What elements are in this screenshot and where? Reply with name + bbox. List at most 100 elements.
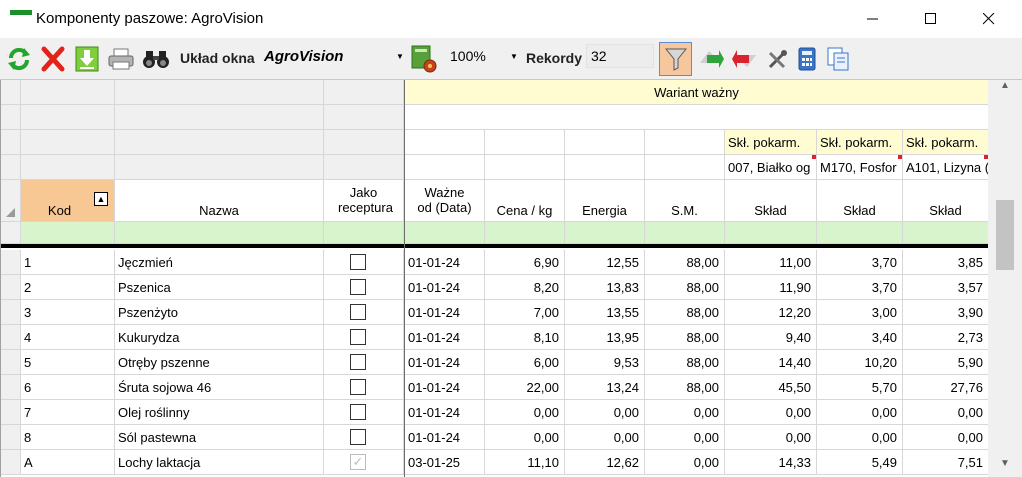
table-cell-cena[interactable]: 0,00 <box>485 400 565 425</box>
column-header-receptura[interactable]: Jako receptura <box>324 180 404 222</box>
table-cell-s1[interactable]: 9,40 <box>725 325 817 350</box>
refresh-button[interactable] <box>4 44 34 74</box>
table-cell-receptura[interactable] <box>324 350 404 375</box>
table-cell-s3[interactable]: 0,00 <box>903 400 989 425</box>
table-cell-data[interactable]: 01-01-24 <box>405 325 485 350</box>
table-cell-nazwa[interactable]: Olej roślinny <box>115 400 324 425</box>
receptura-checkbox[interactable] <box>350 354 366 370</box>
row-header[interactable] <box>1 400 21 425</box>
table-cell-energia[interactable]: 13,24 <box>565 375 645 400</box>
table-cell-sm[interactable]: 88,00 <box>645 350 725 375</box>
receptura-checkbox[interactable] <box>350 304 366 320</box>
row-header[interactable] <box>1 250 21 275</box>
table-cell-s1[interactable]: 14,33 <box>725 450 817 475</box>
print-button[interactable] <box>106 44 136 74</box>
filter-cell[interactable] <box>725 222 817 244</box>
table-cell-nazwa[interactable]: Lochy laktacja <box>115 450 324 475</box>
scrollbar-thumb[interactable] <box>996 200 1014 270</box>
table-cell-cena[interactable]: 0,00 <box>485 425 565 450</box>
calculator-button[interactable] <box>794 44 820 74</box>
table-cell-sm[interactable]: 88,00 <box>645 250 725 275</box>
table-cell-s2[interactable]: 10,20 <box>817 350 903 375</box>
filter-cell[interactable] <box>565 222 645 244</box>
copy-button[interactable] <box>824 44 852 74</box>
scroll-down-icon[interactable]: ▼ <box>988 458 1022 476</box>
table-cell-receptura[interactable]: ✓ <box>324 450 404 475</box>
table-cell-energia[interactable]: 13,95 <box>565 325 645 350</box>
table-cell-kod[interactable]: 4 <box>21 325 115 350</box>
table-cell-s2[interactable]: 0,00 <box>817 425 903 450</box>
table-cell-energia[interactable]: 12,62 <box>565 450 645 475</box>
table-cell-nazwa[interactable]: Kukurydza <box>115 325 324 350</box>
table-cell-sm[interactable]: 0,00 <box>645 450 725 475</box>
column-header-sm[interactable]: S.M. <box>645 180 725 222</box>
table-cell-kod[interactable]: A <box>21 450 115 475</box>
table-cell-kod[interactable]: 5 <box>21 350 115 375</box>
table-cell-receptura[interactable] <box>324 375 404 400</box>
receptura-checkbox[interactable] <box>350 329 366 345</box>
table-cell-s2[interactable]: 3,40 <box>817 325 903 350</box>
table-cell-s3[interactable]: 3,85 <box>903 250 989 275</box>
row-header[interactable] <box>1 375 21 400</box>
table-cell-nazwa[interactable]: Sól pastewna <box>115 425 324 450</box>
filter-button[interactable] <box>659 42 692 76</box>
table-cell-data[interactable]: 01-01-24 <box>405 350 485 375</box>
table-cell-cena[interactable]: 11,10 <box>485 450 565 475</box>
table-cell-s1[interactable]: 11,00 <box>725 250 817 275</box>
table-cell-kod[interactable]: 8 <box>21 425 115 450</box>
receptura-checkbox[interactable] <box>350 429 366 445</box>
maximize-button[interactable] <box>908 0 954 38</box>
table-cell-receptura[interactable] <box>324 425 404 450</box>
nav-back-button[interactable] <box>730 44 760 74</box>
column-header-kod[interactable]: Kod ▲ <box>21 180 115 222</box>
filter-cell[interactable] <box>903 222 989 244</box>
table-cell-s1[interactable]: 11,90 <box>725 275 817 300</box>
row-header[interactable] <box>1 450 21 475</box>
table-cell-data[interactable]: 01-01-24 <box>405 275 485 300</box>
scroll-up-icon[interactable]: ▲ <box>988 80 1022 98</box>
table-cell-energia[interactable]: 13,83 <box>565 275 645 300</box>
table-cell-energia[interactable]: 0,00 <box>565 400 645 425</box>
table-cell-s3[interactable]: 3,57 <box>903 275 989 300</box>
filter-cell[interactable] <box>21 222 115 244</box>
table-cell-s2[interactable]: 5,49 <box>817 450 903 475</box>
layout-settings-button[interactable] <box>408 44 440 74</box>
receptura-checkbox[interactable] <box>350 279 366 295</box>
table-cell-cena[interactable]: 8,20 <box>485 275 565 300</box>
table-cell-receptura[interactable] <box>324 275 404 300</box>
table-cell-kod[interactable]: 1 <box>21 250 115 275</box>
row-header[interactable] <box>1 300 21 325</box>
receptura-checkbox[interactable] <box>350 379 366 395</box>
table-cell-data[interactable]: 01-01-24 <box>405 400 485 425</box>
table-cell-data[interactable]: 03-01-25 <box>405 450 485 475</box>
table-cell-s3[interactable]: 2,73 <box>903 325 989 350</box>
row-header[interactable] <box>1 350 21 375</box>
row-header[interactable] <box>1 325 21 350</box>
close-button[interactable] <box>966 0 1012 38</box>
table-cell-energia[interactable]: 12,55 <box>565 250 645 275</box>
table-cell-cena[interactable]: 22,00 <box>485 375 565 400</box>
table-cell-s2[interactable]: 0,00 <box>817 400 903 425</box>
table-cell-cena[interactable]: 7,00 <box>485 300 565 325</box>
table-cell-kod[interactable]: 2 <box>21 275 115 300</box>
table-cell-kod[interactable]: 3 <box>21 300 115 325</box>
table-cell-s1[interactable]: 12,20 <box>725 300 817 325</box>
table-cell-cena[interactable]: 6,00 <box>485 350 565 375</box>
filter-cell[interactable] <box>324 222 404 244</box>
row-header[interactable] <box>1 425 21 450</box>
table-cell-s2[interactable]: 3,70 <box>817 275 903 300</box>
table-cell-s2[interactable]: 3,70 <box>817 250 903 275</box>
table-cell-receptura[interactable] <box>324 325 404 350</box>
table-cell-receptura[interactable] <box>324 250 404 275</box>
select-all-corner[interactable] <box>1 180 21 222</box>
column-header-nazwa[interactable]: Nazwa <box>115 180 324 222</box>
filter-cell[interactable] <box>645 222 725 244</box>
receptura-checkbox[interactable] <box>350 254 366 270</box>
column-header-sklad[interactable]: Skład <box>903 180 989 222</box>
table-cell-nazwa[interactable]: Otręby pszenne <box>115 350 324 375</box>
table-cell-energia[interactable]: 9,53 <box>565 350 645 375</box>
column-header-data[interactable]: Ważne od (Data) <box>405 180 485 222</box>
filter-cell[interactable] <box>115 222 324 244</box>
table-cell-sm[interactable]: 88,00 <box>645 325 725 350</box>
table-cell-data[interactable]: 01-01-24 <box>405 250 485 275</box>
